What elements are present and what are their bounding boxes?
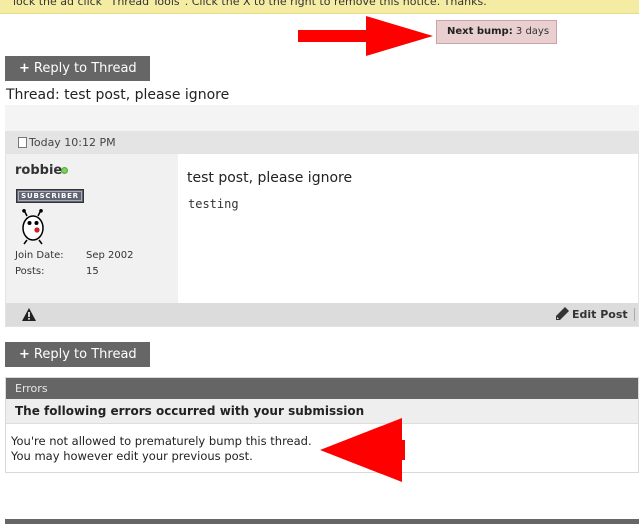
error-message: You're not allowed to prematurely bump t… [11, 434, 312, 448]
rank-badge: SUBSCRIBER [16, 189, 84, 203]
edit-post-label: Edit Post [572, 308, 628, 321]
join-date-label: Join Date: [15, 250, 64, 261]
post-header: Today 10:12 PM [6, 132, 638, 154]
errors-header: Errors [6, 378, 638, 399]
document-icon [18, 137, 27, 148]
edit-post-button[interactable]: Edit Post [556, 307, 628, 321]
username-link[interactable]: robbie [15, 163, 62, 178]
next-bump-box: Next bump: 3 days [436, 20, 557, 44]
post-body: testing [188, 197, 239, 211]
footer-separator [634, 308, 635, 321]
post-footer: Edit Post [6, 303, 638, 326]
notice-bar: lock the ad click "Thread Tools". Click … [0, 0, 639, 14]
post-title: test post, please ignore [187, 170, 353, 186]
notice-text: lock the ad click "Thread Tools". Click … [13, 0, 487, 8]
warning-icon[interactable] [22, 308, 36, 321]
spacer-strip [5, 105, 639, 131]
plus-icon: + [19, 61, 30, 76]
reply-button-label: Reply to Thread [33, 61, 137, 76]
error-message: You may however edit your previous post. [11, 449, 253, 463]
post-timestamp: Today 10:12 PM [29, 136, 116, 149]
posts-label: Posts: [15, 266, 45, 277]
reply-to-thread-button[interactable]: + Reply to Thread [5, 56, 150, 81]
user-info-pane: robbie SUBSCRIBER Join Date: Sep 2002 Po… [6, 154, 178, 303]
next-bump-label: Next bump: [447, 26, 513, 37]
join-date-value: Sep 2002 [86, 250, 134, 261]
thread-title: Thread: test post, please ignore [6, 87, 230, 103]
pencil-icon [556, 307, 569, 320]
avatar-icon[interactable] [18, 209, 48, 245]
post: Today 10:12 PM robbie SUBSCRIBER Join Da… [5, 131, 639, 327]
red-arrow-left [320, 418, 405, 482]
posts-value: 15 [86, 266, 99, 277]
reply-button-label: Reply to Thread [33, 347, 137, 362]
bottom-divider [5, 519, 639, 524]
online-status-icon [61, 167, 68, 174]
red-arrow-right [298, 16, 433, 56]
plus-icon: + [19, 347, 30, 362]
next-bump-value: 3 days [515, 26, 550, 37]
reply-to-thread-button-bottom[interactable]: + Reply to Thread [5, 342, 150, 367]
